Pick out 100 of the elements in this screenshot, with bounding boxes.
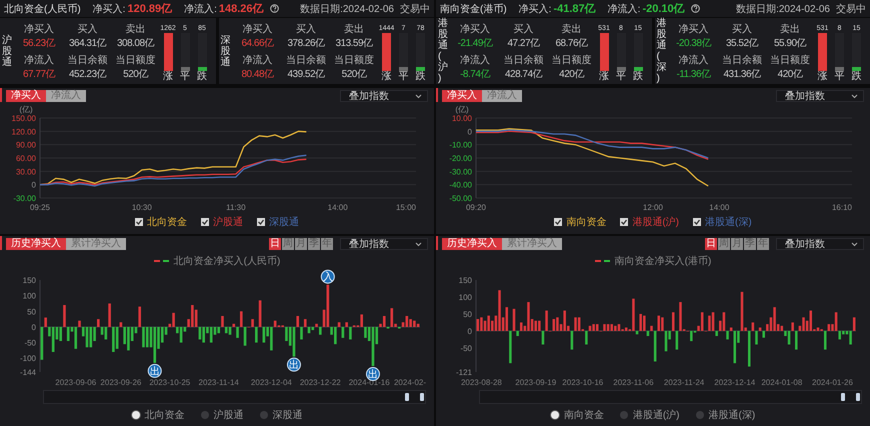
axis-label: 11:30 [226, 203, 246, 212]
stat-label: 当日余额 [286, 54, 326, 66]
stat-label: 买入 [514, 22, 534, 36]
stat-label: 净流入 [460, 54, 490, 66]
panel-title: 北向资金(人民币) [4, 2, 81, 16]
index-dropdown[interactable]: 叠加指数 [340, 238, 428, 250]
stat-label: 卖出 [780, 22, 800, 36]
axis-label: 2023-11-06 [613, 378, 654, 387]
axis-label: -50.00 [449, 194, 472, 203]
stat-value: 47.27亿 [507, 36, 540, 50]
stat-label: 净买入 [460, 22, 490, 36]
axis-label: 2024-01-26 [812, 378, 853, 387]
breadth-label: 平 [398, 71, 408, 82]
stat-label: 当日额度 [334, 54, 374, 66]
axis-label: 2023-11-24 [664, 378, 704, 387]
stat-value: -21.49亿 [458, 36, 492, 50]
stat-value: 56.23亿 [22, 36, 56, 50]
period-button[interactable]: 日 [269, 238, 281, 250]
stat-label: 买入 [296, 22, 316, 36]
axis-label: 0 [32, 180, 36, 190]
flow-marker: 出 [366, 367, 380, 382]
stat-value: 80.48亿 [241, 68, 274, 80]
stat-label: 买入 [78, 22, 98, 36]
axis-label: -121 [456, 368, 472, 377]
net-buy-value: -41.87亿 [553, 2, 596, 16]
period-button[interactable]: 日 [705, 238, 717, 250]
radio-label: 深股通 [272, 408, 302, 422]
axis-label: 90.00 [16, 140, 36, 150]
axis-label: 16:10 [832, 203, 852, 212]
axis-label: 2023-10-25 [149, 378, 190, 387]
stat-value: 520亿 [342, 68, 366, 80]
breadth-label: 跌 [633, 71, 643, 82]
stat-value: 55.90亿 [774, 36, 806, 50]
axis-label: -100 [20, 354, 36, 364]
stat-label: 当日余额 [68, 54, 108, 66]
stat-value: 428.74亿 [504, 68, 542, 80]
chart-tab[interactable]: 累计净买入 [66, 238, 126, 250]
axis-label: 09:25 [30, 203, 50, 212]
index-dropdown[interactable]: 叠加指数 [340, 90, 428, 102]
stat-value: 420亿 [778, 68, 802, 80]
breadth-label: 平 [834, 71, 844, 82]
stat-value: 520亿 [123, 68, 148, 80]
stat-value: 308.08亿 [116, 36, 154, 50]
axis-label: 0 [32, 322, 36, 332]
net-buy-label: 净买入: [518, 2, 552, 16]
flow-marker: 出 [148, 364, 162, 378]
channel-name: 沪股通 [2, 34, 12, 68]
chart-tab[interactable]: 累计净买入 [502, 238, 562, 250]
axis-label: 0 [468, 127, 472, 136]
chart-tab[interactable]: 净买入 [442, 90, 482, 102]
axis-label: 2023-09-26 [100, 378, 142, 387]
radio-label: 北向资金 [144, 408, 184, 422]
axis-label: -40.00 [449, 180, 472, 190]
stat-value: -20.38亿 [676, 36, 711, 50]
legend-label: 北向资金 [147, 216, 187, 229]
stat-label: 当日余额 [504, 54, 544, 66]
axis-label: 0 [468, 326, 472, 336]
axis-label: 2023-09-19 [515, 378, 556, 387]
breadth-label: 平 [616, 71, 626, 82]
panel-title: 南向资金(港币) [440, 2, 507, 16]
chart-tab[interactable]: 历史净买入 [6, 238, 66, 250]
axis-label: 50 [463, 310, 472, 319]
chart-tab[interactable]: 净流入 [482, 90, 522, 102]
axis-label: 2023-11-14 [198, 378, 239, 387]
chart-tab[interactable]: 历史净买入 [442, 238, 502, 250]
stat-label: 净流入 [678, 54, 708, 66]
radio-label: 港股通(沪) [632, 408, 680, 422]
stat-value: 452.23亿 [68, 68, 106, 80]
radio-label: 南向资金 [564, 408, 604, 422]
axis-label: -144 [20, 368, 36, 377]
chart-tab[interactable]: 净流入 [46, 90, 86, 102]
data-date: 数据日期:2024-02-06 [736, 2, 830, 16]
stat-label: 当日额度 [770, 54, 810, 66]
axis-label: 120.00 [12, 127, 36, 136]
channel-name: 港股通(深) [656, 18, 666, 84]
axis-label: 150.00 [12, 114, 36, 123]
axis-label: -50 [24, 338, 36, 348]
chart-tab[interactable]: 净买入 [6, 90, 46, 102]
chart-title: 南向资金净买入(港币) [614, 254, 712, 268]
stat-label: 当日额度 [116, 54, 156, 66]
index-dropdown[interactable]: 叠加指数 [776, 238, 864, 250]
net-inflow-value: 148.26亿 [218, 2, 264, 16]
legend-label: 港股通(深) [705, 216, 752, 229]
breadth-label: 平 [180, 71, 190, 82]
axis-label: 150 [22, 276, 36, 285]
axis-label: 60.00 [16, 154, 36, 163]
stat-value: -11.36亿 [676, 68, 711, 80]
stat-label: 净流入 [24, 54, 54, 66]
stat-label: 买入 [732, 22, 752, 36]
stat-label: 净买入 [242, 22, 272, 36]
index-dropdown[interactable]: 叠加指数 [776, 90, 864, 102]
axis-label: 30.00 [16, 167, 36, 176]
axis-unit: (亿) [455, 105, 469, 114]
axis-label: 150 [458, 276, 472, 285]
data-date: 数据日期:2024-02-06 [300, 2, 394, 16]
axis-unit: (亿) [19, 105, 33, 114]
axis-label: 2024-01-08 [761, 378, 802, 387]
stat-label: 卖出 [562, 22, 582, 36]
axis-label: 2023-12-22 [300, 378, 341, 387]
stat-value: 378.26亿 [287, 36, 325, 50]
